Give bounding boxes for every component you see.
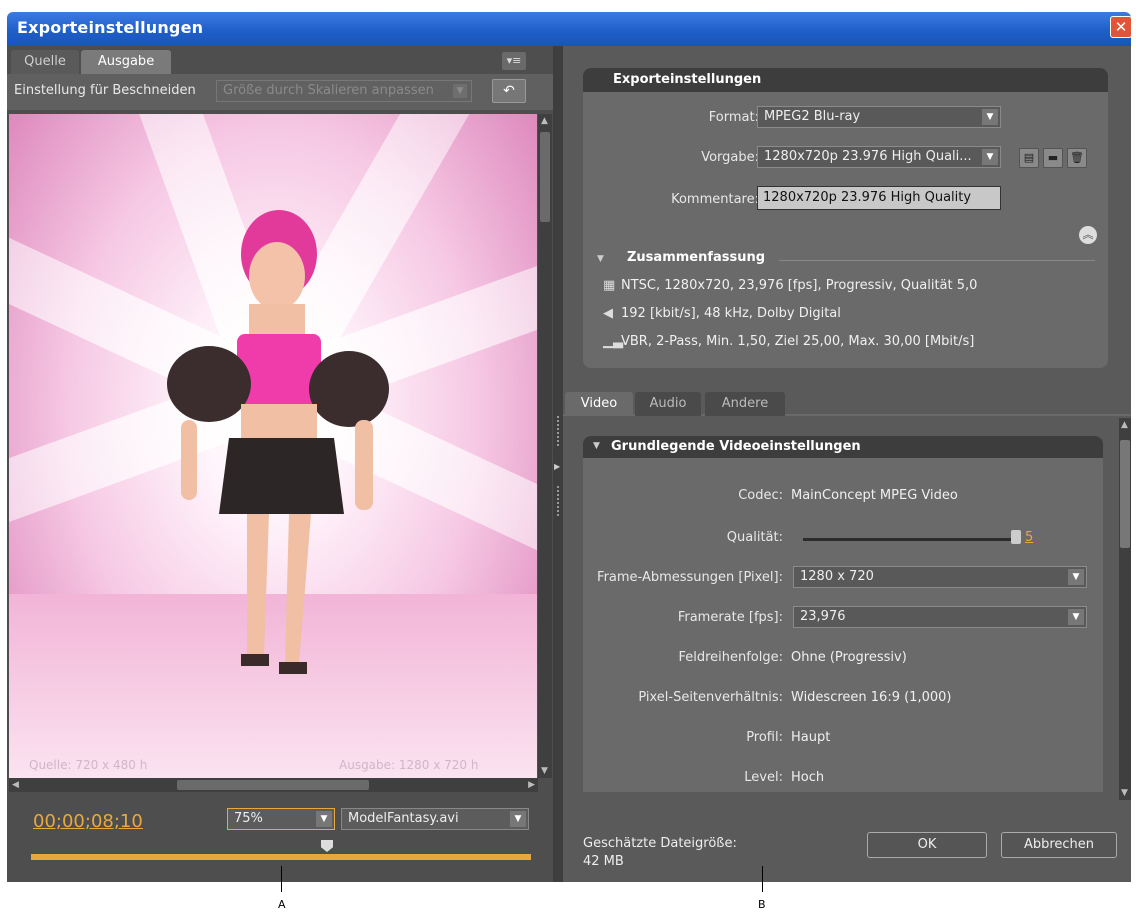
preview-vertical-scrollbar[interactable]: ▲ ▼ [538,114,552,778]
preset-label: Vorgabe: [701,150,759,165]
format-value: MPEG2 Blu-ray [764,109,861,124]
crop-setting-label: Einstellung für Beschneiden [14,83,196,98]
preset-select[interactable]: 1280x720p 23.976 High Quali... ▼ [757,146,1001,168]
summary-video-row: ▦ NTSC, 1280x720, 23,976 [fps], Progressi… [603,278,978,293]
frame-size-value: 1280 x 720 [800,569,874,584]
panel-menu-icon[interactable]: ▾≡ [502,52,526,70]
tab-quelle[interactable]: Quelle [11,50,79,74]
chevron-down-icon: ▼ [1068,609,1084,625]
zoom-level-value: 75% [234,811,263,826]
pixel-aspect-label: Pixel-Seitenverhältnis: [638,690,783,705]
video-settings-title: Grundlegende Videoeinstellungen [611,439,861,454]
frame-size-select[interactable]: 1280 x 720 ▼ [793,566,1087,588]
chevron-down-icon: ▼ [453,84,467,98]
tab-audio[interactable]: Audio [635,392,701,416]
pixel-aspect-value: Widescreen 16:9 (1,000) [791,690,952,705]
callout-line-a [281,866,282,892]
comments-field[interactable]: 1280x720p 23.976 High Quality [757,186,1001,210]
tab-video[interactable]: Video [565,392,633,416]
settings-vertical-scrollbar[interactable]: ▲ ▼ [1119,418,1131,800]
field-order-value: Ohne (Progressiv) [791,650,907,665]
save-preset-icon[interactable]: ▤ [1019,148,1039,168]
model-figure [167,210,389,674]
codec-label: Codec: [738,488,783,503]
profile-label: Profil: [746,730,783,745]
output-resolution-text: Ausgabe: 1280 x 720 h [339,758,479,772]
speaker-icon: ◀ [603,306,613,321]
basic-video-settings-section: ▼ Grundlegende Videoeinstellungen Codec:… [583,436,1103,792]
cancel-button[interactable]: Abbrechen [1001,832,1117,858]
crop-setting-select[interactable]: Größe durch Skalieren anpassen ▼ [216,80,472,102]
film-icon: ▦ [603,278,616,293]
preset-value: 1280x720p 23.976 High Quali... [764,149,972,164]
framerate-select[interactable]: 23,976 ▼ [793,606,1087,628]
title-bar: Exporteinstellungen ✕ [7,12,1132,46]
quality-value[interactable]: 5 [1025,530,1033,545]
chevron-down-icon: ▼ [316,811,332,827]
summary-title[interactable]: Zusammenfassung [627,250,765,265]
comments-label: Kommentare: [671,192,759,207]
undo-crop-button[interactable]: ↶ [492,79,526,103]
chevron-down-icon: ▼ [510,811,526,827]
callout-label-a: A [278,898,286,911]
level-value: Hoch [791,770,825,785]
summary-audio-row: ◀ 192 [kbit/s], 48 kHz, Dolby Digital [603,306,841,321]
level-label: Level: [744,770,783,785]
profile-value: Haupt [791,730,831,745]
triangle-down-icon: ▼ [593,441,600,451]
field-order-label: Feldreihenfolge: [678,650,783,665]
settings-panel: Exporteinstellungen Format: MPEG2 Blu-ra… [563,46,1131,882]
playhead-handle[interactable] [321,840,333,852]
format-label: Format: [708,110,759,125]
source-output-panel: Quelle Ausgabe ▾≡ Einstellung für Beschn… [7,46,553,882]
export-settings-header: Exporteinstellungen [583,68,1108,92]
codec-value: MainConcept MPEG Video [791,488,958,503]
delete-preset-icon[interactable]: 🗑 [1067,148,1087,168]
comments-value: 1280x720p 23.976 High Quality [763,190,972,205]
crop-toolbar: Einstellung für Beschneiden Größe durch … [7,74,553,110]
triangle-down-icon[interactable]: ▼ [597,254,604,264]
chevron-down-icon: ▼ [982,109,998,125]
collapse-icon[interactable]: ︽ [1079,226,1097,244]
timeline-bar[interactable] [31,854,531,860]
framerate-label: Framerate [fps]: [677,610,783,625]
expand-arrow-icon[interactable]: ▶ [554,462,560,471]
preview-horizontal-scrollbar[interactable]: ◀ ▶ [9,778,538,792]
tab-andere[interactable]: Andere [705,392,785,416]
timecode-display[interactable]: 00;00;08;10 [33,811,143,832]
chevron-down-icon: ▼ [1068,569,1084,585]
callout-line-b [762,866,763,892]
source-resolution-text: Quelle: 720 x 480 h [29,758,148,772]
summary-bitrate-row: ▁▃VBR, 2-Pass, Min. 1,50, Ziel 25,00, Ma… [603,334,975,349]
quality-slider[interactable] [803,538,1018,541]
format-select[interactable]: MPEG2 Blu-ray ▼ [757,106,1001,128]
framerate-value: 23,976 [800,609,846,624]
undo-arrow-icon: ↶ [503,83,515,99]
estimated-size-label: Geschätzte Dateigröße: [583,836,737,851]
source-file-value: ModelFantasy.avi [348,811,459,826]
quality-label: Qualität: [726,530,783,545]
chevron-down-icon: ▼ [982,149,998,165]
crop-setting-value: Größe durch Skalieren anpassen [223,83,434,98]
video-preview[interactable]: Quelle: 720 x 480 h Ausgabe: 1280 x 720 … [9,114,537,778]
summary-divider [779,260,1095,261]
bitrate-icon: ▁▃ [603,334,623,349]
export-settings-title: Exporteinstellungen [613,72,762,87]
callout-label-b: B [758,898,766,911]
import-preset-icon[interactable]: ▬ [1043,148,1063,168]
tab-ausgabe[interactable]: Ausgabe [81,50,171,74]
window-title: Exporteinstellungen [17,18,204,37]
frame-size-label: Frame-Abmessungen [Pixel]: [597,570,783,585]
export-settings-section: Exporteinstellungen Format: MPEG2 Blu-ra… [583,68,1108,368]
video-settings-header[interactable]: ▼ Grundlegende Videoeinstellungen [583,436,1103,458]
panel-divider[interactable]: ▶ [553,46,563,882]
quality-slider-handle[interactable] [1011,530,1021,544]
estimated-size-value: 42 MB [583,854,624,869]
ok-button[interactable]: OK [867,832,987,858]
zoom-level-select[interactable]: 75% ▼ [227,808,335,830]
close-icon[interactable]: ✕ [1110,16,1132,38]
source-file-select[interactable]: ModelFantasy.avi ▼ [341,808,529,830]
